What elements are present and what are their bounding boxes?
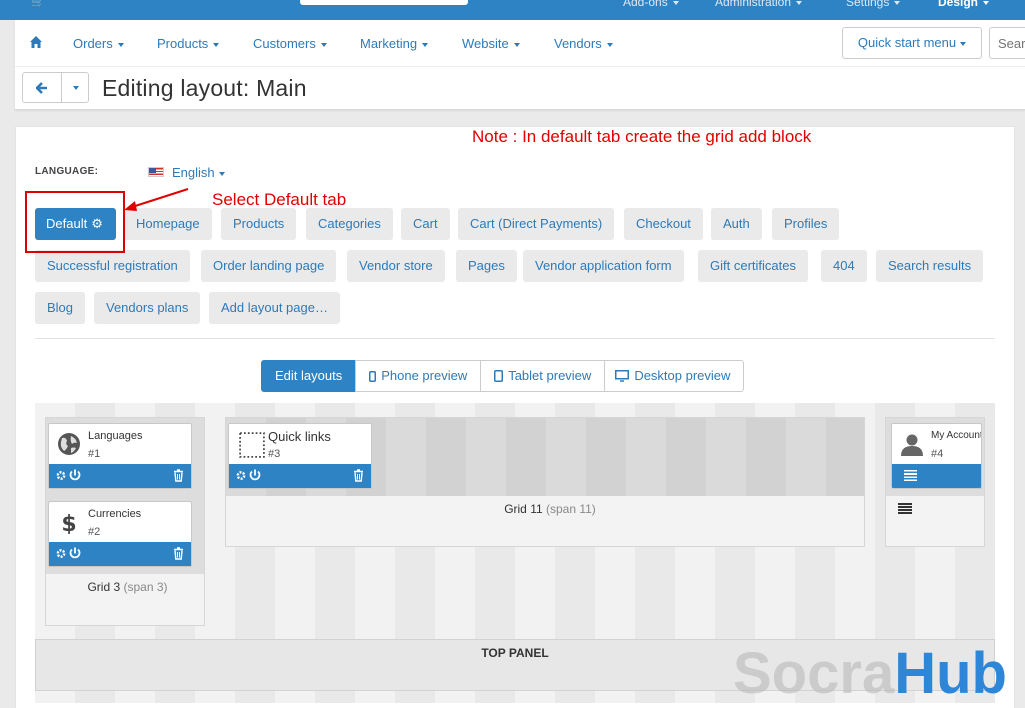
block-toolbar (229, 464, 371, 488)
menu-marketing[interactable]: Marketing (360, 36, 428, 51)
topbar-item-addons[interactable]: Add-ons (623, 0, 679, 9)
tab-successful-registration[interactable]: Successful registration (35, 250, 190, 282)
grid-3-label: Grid 3 (span 3) (45, 580, 210, 594)
divider (35, 338, 995, 339)
phone-preview-label: Phone preview (381, 368, 468, 383)
tab-add-layout-page[interactable]: Add layout page… (209, 292, 340, 324)
block-settings-icon[interactable] (55, 469, 83, 485)
dotted-square-icon (239, 432, 265, 458)
globe-icon (58, 433, 80, 455)
home-icon[interactable] (30, 36, 42, 48)
annotation-highlight-box (25, 191, 125, 253)
header-search-input[interactable] (989, 27, 1025, 59)
watermark-part2: Hub (894, 640, 1007, 706)
menu-vendors[interactable]: Vendors (554, 36, 613, 51)
tab-cart-direct-payments[interactable]: Cart (Direct Payments) (458, 208, 615, 240)
block-quick-links[interactable]: Quick links #3 (228, 423, 372, 489)
edit-layouts-label: Edit layouts (275, 368, 343, 383)
quick-start-menu-button[interactable]: Quick start menu (842, 27, 982, 59)
arrow-left-icon (36, 81, 47, 94)
phone-icon (369, 370, 377, 382)
menu-website[interactable]: Website (462, 36, 520, 51)
socrahub-watermark-logo: Socra Hub (733, 640, 1007, 706)
language-select[interactable]: English (172, 165, 225, 180)
tab-order-landing-page[interactable]: Order landing page (201, 250, 337, 282)
block-name: Quick links (268, 429, 331, 444)
menu-lines-icon[interactable] (898, 503, 912, 514)
tablet-preview-button[interactable]: Tablet preview (480, 360, 606, 392)
block-number: #4 (931, 448, 944, 460)
tab-search-results[interactable]: Search results (876, 250, 984, 282)
block-my-account[interactable]: My Account #4 (891, 423, 982, 489)
topbar-item-settings[interactable]: Settings (846, 0, 900, 9)
block-number: #3 (268, 448, 281, 460)
grid-3-name: Grid 3 (87, 580, 121, 594)
block-settings-icon[interactable] (55, 547, 83, 563)
tab-products[interactable]: Products (221, 208, 297, 240)
tab-categories[interactable]: Categories (306, 208, 393, 240)
menu-products[interactable]: Products (157, 36, 219, 51)
menu-orders[interactable]: Orders (73, 36, 124, 51)
grid-11-label: Grid 11 (span 11) (225, 502, 875, 516)
page-title: Editing layout: Main (102, 75, 307, 101)
tab-blog[interactable]: Blog (35, 292, 86, 324)
trash-icon[interactable] (353, 469, 364, 485)
back-button-group (22, 72, 89, 103)
grid-3-span: (span 3) (123, 580, 168, 594)
menu-customers[interactable]: Customers (253, 36, 327, 51)
tab-checkout[interactable]: Checkout (624, 208, 703, 240)
block-languages[interactable]: Languages #1 (48, 423, 192, 489)
block-number: #1 (88, 448, 101, 460)
annotation-select-default: Select Default tab (212, 190, 347, 209)
block-currencies[interactable]: $ Currencies #2 (48, 501, 192, 567)
desktop-preview-label: Desktop preview (634, 368, 731, 383)
language-label: LANGUAGE: (35, 166, 99, 177)
desktop-icon (615, 370, 630, 382)
tab-pages[interactable]: Pages (456, 250, 517, 282)
view-mode-switcher: Edit layouts Phone preview Tablet previe… (261, 360, 745, 392)
tab-profiles[interactable]: Profiles (772, 208, 840, 240)
block-menu-icon[interactable] (904, 470, 917, 481)
trash-icon[interactable] (173, 469, 184, 485)
block-name: Currencies (88, 508, 142, 520)
dollar-icon: $ (61, 512, 76, 534)
topbar-item-design[interactable]: Design (938, 0, 989, 9)
user-icon (901, 434, 923, 456)
tab-vendors-plans[interactable]: Vendors plans (94, 292, 201, 324)
tab-404[interactable]: 404 (821, 250, 867, 282)
back-button[interactable] (23, 73, 62, 102)
watermark-part1: Socra (733, 640, 895, 706)
tab-gift-certificates[interactable]: Gift certificates (698, 250, 808, 282)
tablet-preview-label: Tablet preview (508, 368, 592, 383)
block-toolbar (892, 464, 981, 488)
tab-cart[interactable]: Cart (401, 208, 450, 240)
grid-11-span: (span 11) (546, 502, 596, 516)
grid-11-name: Grid 11 (504, 502, 543, 516)
tab-auth[interactable]: Auth (711, 208, 762, 240)
phone-preview-button[interactable]: Phone preview (355, 360, 482, 392)
tab-vendor-store[interactable]: Vendor store (347, 250, 445, 282)
desktop-preview-button[interactable]: Desktop preview (604, 360, 745, 392)
tab-vendor-application-form[interactable]: Vendor application form (523, 250, 684, 282)
block-name: My Account (931, 430, 982, 441)
tablet-icon (494, 370, 504, 382)
annotation-arrow-icon (124, 188, 189, 211)
cart-icon[interactable]: 🛒 (31, 0, 45, 8)
annotation-note: Note : In default tab create the grid ad… (472, 127, 812, 146)
edit-layouts-button[interactable]: Edit layouts (261, 360, 357, 392)
block-number: #2 (88, 526, 101, 538)
header-panel: Orders Products Customers Marketing Webs… (15, 20, 1025, 110)
main-menu: Orders Products Customers Marketing Webs… (15, 20, 1025, 67)
top-search-input[interactable] (300, 0, 468, 5)
block-settings-icon[interactable] (235, 469, 263, 485)
trash-icon[interactable] (173, 547, 184, 563)
block-name: Languages (88, 430, 143, 442)
block-toolbar (49, 542, 191, 566)
back-dropdown-toggle[interactable] (63, 73, 89, 102)
us-flag-icon (148, 167, 164, 177)
svg-text:$: $ (61, 512, 76, 534)
block-toolbar (49, 464, 191, 488)
topbar-item-administration[interactable]: Administration (715, 0, 802, 9)
top-admin-bar: 🛒 Add-ons Administration Settings Design (0, 0, 1025, 20)
